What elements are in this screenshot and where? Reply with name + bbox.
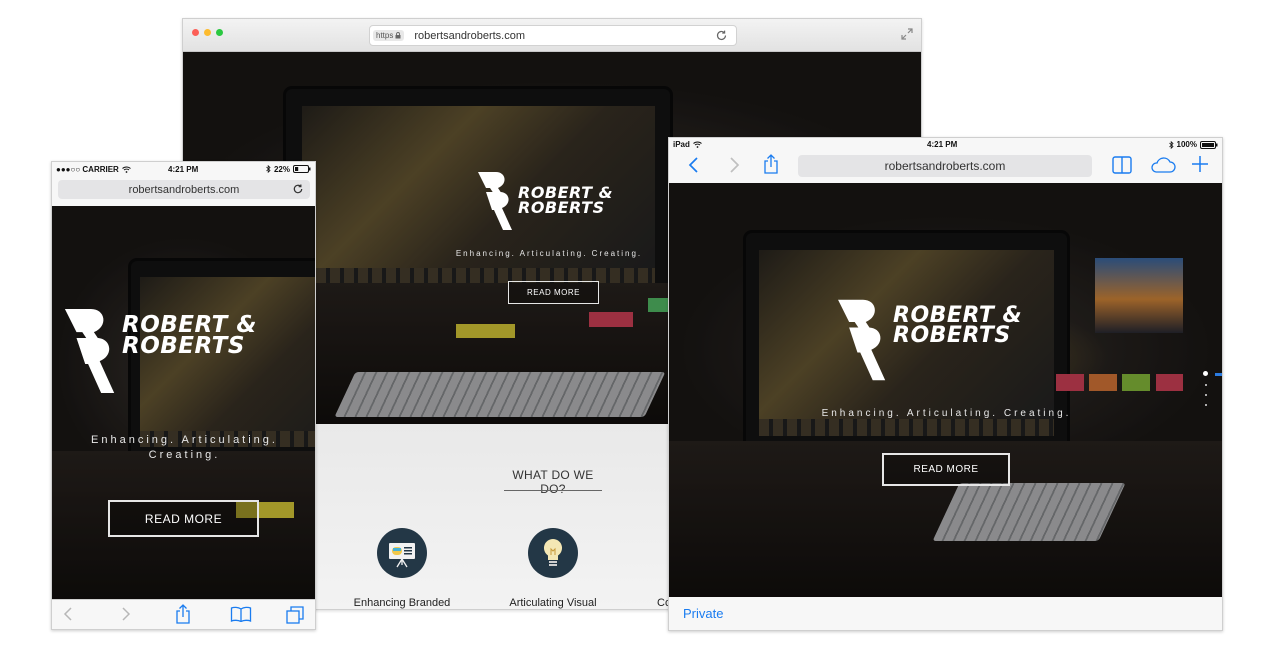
phone-status-bar: ●●●○○ CARRIER 4:21 PM 22% — [52, 162, 315, 176]
slide-indicator-bar — [1215, 373, 1222, 376]
lightbulb-icon — [528, 528, 578, 578]
tablet-hero: ROBERT & ROBERTS Enhancing. Articulating… — [669, 183, 1222, 599]
read-more-button[interactable]: READ MORE — [508, 281, 599, 304]
forward-icon[interactable] — [120, 606, 132, 622]
slide-pagination — [1203, 371, 1208, 406]
tablet-battery-percent: 100% — [1176, 140, 1197, 149]
bluetooth-icon — [1168, 140, 1174, 149]
desktop-browser-toolbar: https robertsandroberts.com — [183, 19, 921, 52]
slide-dot-3[interactable] — [1204, 394, 1207, 396]
tablet-mockup: iPad 4:21 PM 100% robertsandroberts.com — [668, 137, 1223, 631]
fullscreen-icon[interactable] — [901, 28, 913, 40]
desktop-url-text: robertsandroberts.com — [414, 29, 526, 42]
tablet-url-text: robertsandroberts.com — [884, 159, 1006, 173]
tablet-safari-navbar: robertsandroberts.com — [669, 151, 1222, 183]
brand-name-line-2: ROBERTS — [518, 198, 605, 217]
bookmarks-icon[interactable] — [230, 606, 252, 622]
forward-icon[interactable] — [727, 155, 741, 175]
brand-logo: ROBERT & ROBERTS — [62, 306, 257, 396]
slide-dot-1[interactable] — [1203, 371, 1208, 376]
tablet-footer-bar: Private — [669, 597, 1222, 630]
rr-logo-mark-icon — [64, 308, 115, 394]
brand-logo: ROBERT & ROBERTS — [476, 170, 613, 232]
services-heading: WHAT DO WE DO? — [512, 468, 594, 496]
tablet-status-bar: iPad 4:21 PM 100% — [669, 138, 1222, 151]
read-more-button[interactable]: READ MORE — [108, 500, 259, 537]
brand-tagline: Enhancing. Articulating. Creating. — [62, 433, 307, 463]
read-more-button[interactable]: READ MORE — [882, 453, 1010, 486]
service-label-enhancing: Enhancing Branded — [353, 597, 451, 609]
brand-logo: ROBERT & ROBERTS — [835, 297, 1022, 383]
phone-url-text: robertsandroberts.com — [128, 183, 240, 196]
tabs-icon[interactable] — [286, 606, 304, 624]
battery-icon — [1200, 140, 1218, 149]
presentation-board-icon — [377, 528, 427, 578]
hero-background-photo — [52, 206, 315, 601]
carrier-signal: ●●●○○ CARRIER — [56, 164, 119, 174]
heading-divider — [504, 490, 602, 491]
rr-logo-mark-icon — [838, 299, 886, 381]
icloud-tabs-icon[interactable] — [1150, 157, 1176, 173]
phone-battery-percent: 22% — [273, 164, 290, 174]
phone-mockup: ●●●○○ CARRIER 4:21 PM 22% robertsandrobe… — [51, 161, 316, 630]
hero-background-photo — [669, 183, 1222, 599]
rr-logo-mark-icon — [478, 172, 512, 230]
device-label: iPad — [673, 140, 690, 149]
lock-icon — [395, 32, 401, 39]
window-controls — [192, 29, 223, 36]
back-icon[interactable] — [62, 606, 74, 622]
brand-name-line-2: ROBERTS — [893, 323, 1011, 348]
new-tab-icon[interactable] — [1191, 154, 1209, 174]
brand-tagline: Enhancing. Articulating. Creating. — [455, 249, 643, 258]
minimize-window-button[interactable] — [204, 29, 211, 36]
tagline-line-2: Creating. — [148, 449, 221, 461]
brand-name-line-2: ROBERTS — [122, 333, 245, 359]
desktop-address-bar[interactable]: https robertsandroberts.com — [369, 25, 737, 46]
https-badge: https — [373, 30, 405, 41]
service-label-articulating: Articulating Visual — [509, 597, 597, 609]
share-icon[interactable] — [763, 153, 779, 175]
wifi-icon — [121, 166, 131, 173]
https-label: https — [376, 31, 394, 40]
reload-icon[interactable] — [715, 29, 728, 42]
battery-icon — [293, 165, 311, 173]
tablet-address-bar[interactable]: robertsandroberts.com — [798, 155, 1092, 177]
reload-icon[interactable] — [292, 183, 304, 195]
share-icon[interactable] — [175, 604, 191, 624]
slide-dot-2[interactable] — [1204, 384, 1207, 386]
phone-clock: 4:21 PM — [168, 164, 199, 174]
tablet-clock: 4:21 PM — [927, 140, 958, 149]
phone-address-bar[interactable]: robertsandroberts.com — [58, 180, 310, 199]
brand-tagline: Enhancing. Articulating. Creating. — [821, 408, 1072, 419]
wifi-icon — [693, 141, 702, 148]
phone-hero: ROBERT & ROBERTS Enhancing. Articulating… — [52, 206, 315, 601]
private-browsing-button[interactable]: Private — [683, 606, 723, 621]
zoom-window-button[interactable] — [216, 29, 223, 36]
slide-dot-4[interactable] — [1204, 404, 1207, 406]
back-icon[interactable] — [687, 155, 701, 175]
close-window-button[interactable] — [192, 29, 199, 36]
phone-safari-toolbar — [52, 599, 315, 629]
reading-list-icon[interactable] — [1112, 156, 1132, 174]
tagline-line-1: Enhancing. Articulating. — [91, 434, 278, 446]
bluetooth-icon — [266, 165, 271, 173]
